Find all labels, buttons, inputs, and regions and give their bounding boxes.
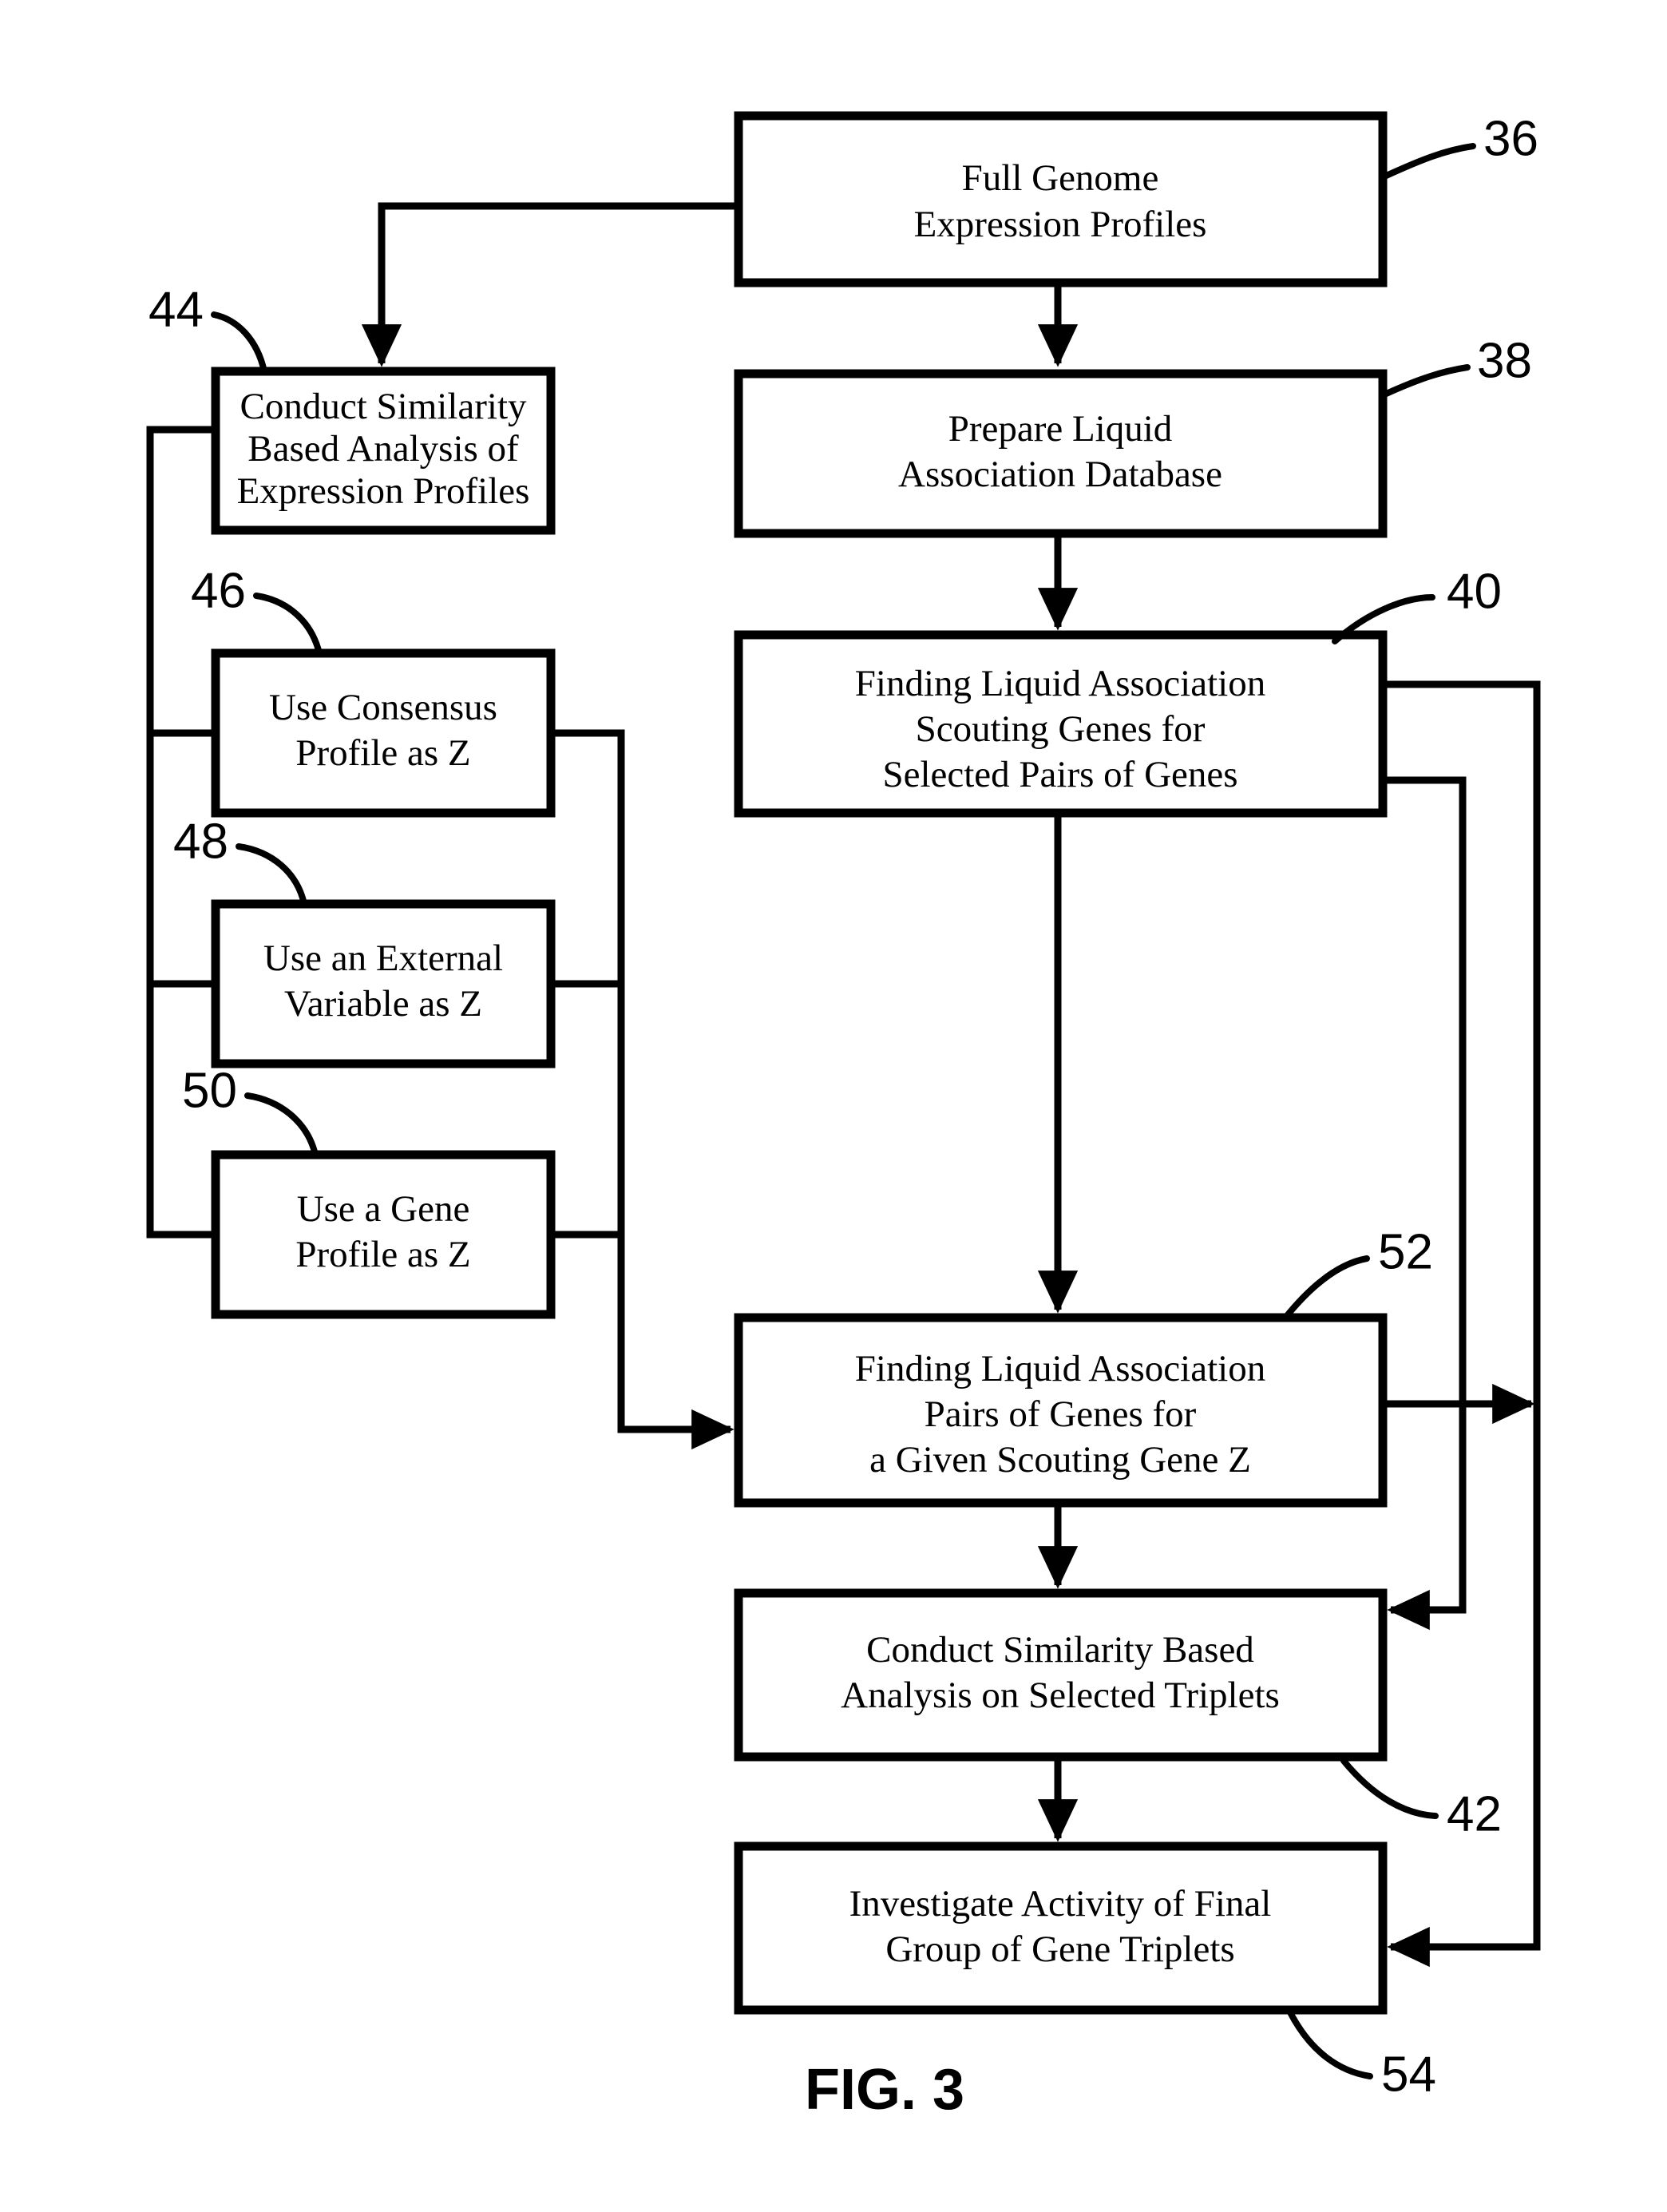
ref-label-38: 38 xyxy=(1477,333,1532,388)
ref-label-46: 46 xyxy=(191,563,246,618)
box-52-line-3: a Given Scouting Gene Z xyxy=(869,1439,1251,1481)
box-50-line-2: Profile as Z xyxy=(295,1234,470,1275)
leader-line-48 xyxy=(236,843,307,907)
box-38-line-2: Association Database xyxy=(898,454,1222,495)
ref-label-44: 44 xyxy=(148,282,204,337)
box-finding-liquid-association-pairs-of-genes[interactable]: Finding Liquid Association Pairs of Gene… xyxy=(734,1313,1388,1508)
ref-label-36: 36 xyxy=(1483,111,1538,166)
box-36-rect xyxy=(734,111,1388,287)
box-use-consensus-profile-as-z[interactable]: Use Consensus Profile as Z xyxy=(211,648,556,818)
box-full-genome-expression-profiles[interactable]: Full Genome Expression Profiles xyxy=(734,111,1388,287)
box-44-line-2: Based Analysis of xyxy=(247,428,519,470)
box-38-line-1: Prepare Liquid xyxy=(948,408,1173,450)
ref-label-54: 54 xyxy=(1381,2047,1436,2102)
leader-line-46 xyxy=(253,593,323,656)
box-conduct-similarity-based-analysis-expression-profiles[interactable]: Conduct Similarity Based Analysis of Exp… xyxy=(211,367,556,535)
right-bus-46-48-50-to-52 xyxy=(551,729,735,1450)
ref-label-48: 48 xyxy=(173,814,228,869)
box-36-line-2: Expression Profiles xyxy=(914,204,1207,245)
box-finding-liquid-association-scouting-genes[interactable]: Finding Liquid Association Scouting Gene… xyxy=(734,630,1388,818)
leader-line-52 xyxy=(1282,1255,1370,1321)
box-54-line-1: Investigate Activity of Final xyxy=(849,1883,1272,1925)
leader-line-54 xyxy=(1287,2009,1373,2079)
connector-36-to-44 xyxy=(361,202,738,367)
leader-line-42 xyxy=(1340,1758,1439,1819)
box-42-line-1: Conduct Similarity Based xyxy=(866,1629,1254,1671)
figure-caption: FIG. 3 xyxy=(805,2058,964,2122)
box-conduct-similarity-based-analysis-selected-triplets[interactable]: Conduct Similarity Based Analysis on Sel… xyxy=(734,1588,1388,1762)
patent-figure: Full Genome Expression Profiles Conduct … xyxy=(0,0,1667,2212)
leader-line-44 xyxy=(211,311,267,375)
leader-line-38 xyxy=(1380,364,1471,398)
box-use-an-external-variable-as-z[interactable]: Use an External Variable as Z xyxy=(211,899,556,1068)
box-investigate-activity-of-final-group-of-gene-triplets[interactable]: Investigate Activity of Final Group of G… xyxy=(734,1841,1388,2015)
ref-label-50: 50 xyxy=(182,1063,237,1118)
box-54-line-2: Group of Gene Triplets xyxy=(885,1929,1234,1970)
box-44-line-1: Conduct Similarity xyxy=(240,386,527,427)
box-44-line-3: Expression Profiles xyxy=(237,470,530,512)
box-36-line-1: Full Genome xyxy=(962,157,1159,199)
box-46-line-2: Profile as Z xyxy=(295,732,470,774)
leader-line-36 xyxy=(1380,143,1476,180)
box-40-line-3: Selected Pairs of Genes xyxy=(882,754,1237,795)
ref-label-52: 52 xyxy=(1378,1224,1433,1279)
leader-line-50 xyxy=(244,1092,319,1158)
box-use-a-gene-profile-as-z[interactable]: Use a Gene Profile as Z xyxy=(211,1150,556,1319)
box-48-line-2: Variable as Z xyxy=(284,983,482,1025)
box-prepare-liquid-association-database[interactable]: Prepare Liquid Association Database xyxy=(734,369,1388,538)
box-40-line-2: Scouting Genes for xyxy=(916,708,1206,750)
flowchart-diagram: Full Genome Expression Profiles Conduct … xyxy=(146,111,1541,2122)
ref-label-40: 40 xyxy=(1447,564,1502,619)
box-52-line-2: Pairs of Genes for xyxy=(925,1393,1197,1435)
connector-40-to-42 xyxy=(1383,776,1467,1631)
box-42-line-2: Analysis on Selected Triplets xyxy=(841,1675,1280,1716)
box-46-line-1: Use Consensus xyxy=(269,687,497,728)
ref-label-42: 42 xyxy=(1447,1786,1502,1841)
box-40-line-1: Finding Liquid Association xyxy=(855,663,1265,704)
box-52-line-1: Finding Liquid Association xyxy=(855,1348,1265,1389)
box-48-line-1: Use an External xyxy=(263,938,503,979)
box-50-line-1: Use a Gene xyxy=(297,1188,470,1230)
